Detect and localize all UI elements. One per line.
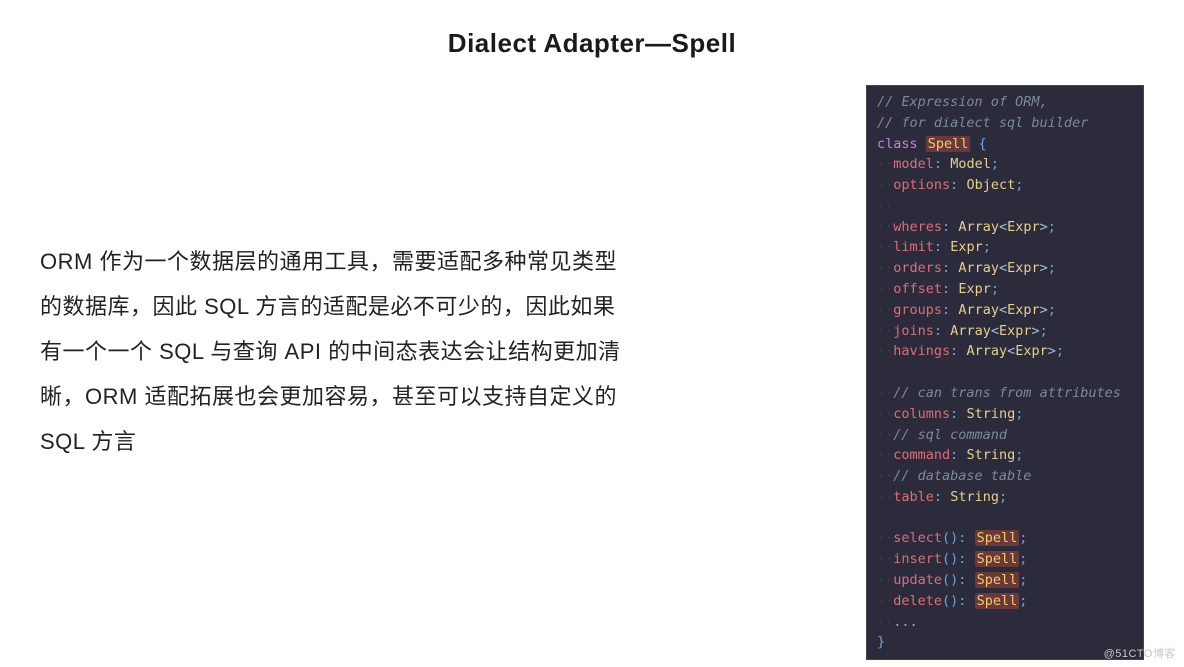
code-comment: // for dialect sql builder: [877, 115, 1088, 131]
code-type: Expr: [958, 281, 991, 297]
code-comment: // sql command: [893, 427, 1007, 443]
code-return-type: Spell: [975, 551, 1020, 567]
code-prop: offset: [893, 281, 942, 297]
code-method: delete: [893, 593, 942, 609]
code-type: Expr: [950, 239, 983, 255]
code-brace: }: [877, 634, 885, 650]
code-type: Array: [958, 260, 999, 276]
code-type: Expr: [1007, 219, 1040, 235]
code-method: select: [893, 530, 942, 546]
code-type: String: [950, 489, 999, 505]
code-column: // Expression of ORM, // for dialect sql…: [866, 85, 1144, 660]
code-classname: Spell: [926, 136, 971, 152]
slide-title: Dialect Adapter—Spell: [40, 28, 1144, 59]
code-method: update: [893, 572, 942, 588]
code-ellipsis: ...: [893, 614, 917, 630]
code-prop: options: [893, 177, 950, 193]
code-type: Expr: [1015, 343, 1048, 359]
code-prop: groups: [893, 302, 942, 318]
code-comment: // Expression of ORM,: [877, 94, 1048, 110]
code-type: String: [966, 447, 1015, 463]
code-type: Object: [966, 177, 1015, 193]
code-brace: {: [970, 136, 986, 152]
code-type: Array: [958, 219, 999, 235]
code-method: insert: [893, 551, 942, 567]
code-type: Array: [958, 302, 999, 318]
code-type: Expr: [1007, 260, 1040, 276]
code-type: Model: [950, 156, 991, 172]
code-block: // Expression of ORM, // for dialect sql…: [866, 85, 1144, 660]
code-type: Array: [966, 343, 1007, 359]
code-prop: table: [893, 489, 934, 505]
code-type: Expr: [1007, 302, 1040, 318]
code-return-type: Spell: [975, 530, 1020, 546]
code-comment: // database table: [893, 468, 1031, 484]
code-prop: wheres: [893, 219, 942, 235]
code-prop: command: [893, 447, 950, 463]
watermark: @51CTO博客: [1104, 645, 1176, 661]
body-paragraph: ORM 作为一个数据层的通用工具，需要适配多种常见类型的数据库，因此 SQL 方…: [40, 239, 630, 464]
content-row: ORM 作为一个数据层的通用工具，需要适配多种常见类型的数据库，因此 SQL 方…: [40, 79, 1144, 660]
code-prop: model: [893, 156, 934, 172]
code-prop: orders: [893, 260, 942, 276]
code-prop: havings: [893, 343, 950, 359]
code-type: String: [966, 406, 1015, 422]
code-prop: joins: [893, 323, 934, 339]
code-type: Expr: [999, 323, 1032, 339]
code-return-type: Spell: [975, 593, 1020, 609]
code-prop: limit: [893, 239, 934, 255]
slide: Dialect Adapter—Spell ORM 作为一个数据层的通用工具，需…: [0, 0, 1184, 667]
code-type: Array: [950, 323, 991, 339]
code-keyword: class: [877, 136, 918, 152]
code-prop: columns: [893, 406, 950, 422]
code-return-type: Spell: [975, 572, 1020, 588]
code-comment: // can trans from attributes: [893, 385, 1121, 401]
